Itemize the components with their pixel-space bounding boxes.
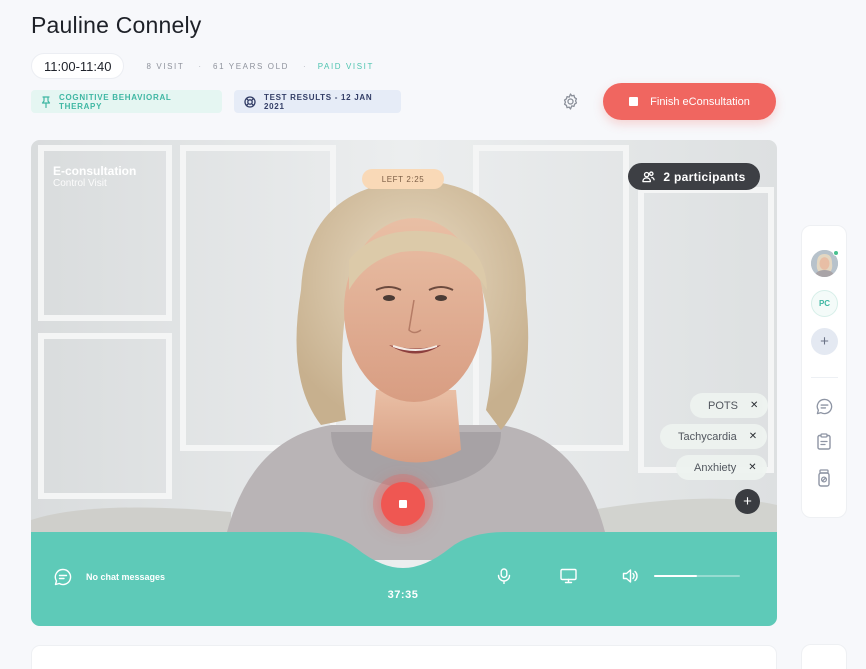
condition-label: Tachycardia <box>678 430 737 443</box>
patient-name: Pauline Connely <box>31 12 202 38</box>
volume-slider[interactable] <box>654 575 740 577</box>
chat-icon[interactable] <box>816 398 833 415</box>
side-rail: PC + <box>801 225 847 518</box>
remove-icon[interactable]: ✕ <box>749 431 757 442</box>
pin-icon <box>41 95 51 108</box>
tag-row: COGNITIVE BEHAVIORAL THERAPY TEST RESULT… <box>31 90 413 113</box>
microphone-icon[interactable] <box>497 568 511 584</box>
volume-level <box>654 575 697 577</box>
record-stop-icon <box>399 500 407 508</box>
finish-button-label: Finish eConsultation <box>650 95 750 108</box>
condition-chip[interactable]: POTS ✕ <box>690 393 769 418</box>
notes-panel <box>31 645 777 669</box>
add-condition-button[interactable]: + <box>735 489 760 514</box>
call-duration: 37:35 <box>387 589 419 601</box>
participants-button[interactable]: 2 participants <box>628 163 760 190</box>
add-participant-button[interactable]: + <box>811 328 838 355</box>
divider <box>811 377 838 378</box>
visit-meta: 11:00-11:40 8 VISIT · 61 YEARS OLD · PAI… <box>31 53 374 79</box>
condition-chip[interactable]: Anxhiety ✕ <box>676 455 767 480</box>
condition-label: POTS <box>708 399 738 412</box>
remove-icon[interactable]: ✕ <box>748 462 756 473</box>
time-left-badge: LEFT 2:25 <box>362 169 444 189</box>
record-button[interactable] <box>381 482 425 526</box>
consultation-title: E-consultation <box>53 164 137 178</box>
volume-icon[interactable] <box>622 568 638 584</box>
participant-initials[interactable]: PC <box>811 290 838 317</box>
visit-type: PAID VISIT <box>317 61 374 71</box>
test-results-label: TEST RESULTS - 12 JAN 2021 <box>264 92 373 111</box>
settings-button[interactable] <box>561 92 580 111</box>
patient-age: 61 YEARS OLD <box>213 61 290 71</box>
online-status-dot <box>833 250 839 256</box>
visit-number: 8 VISIT <box>146 61 185 71</box>
lifebuoy-icon <box>244 95 256 108</box>
time-slot: 11:00-11:40 <box>31 53 125 79</box>
chat-icon[interactable] <box>54 568 72 586</box>
gear-icon <box>563 93 578 110</box>
remove-icon[interactable]: ✕ <box>750 400 758 411</box>
condition-label: Anxhiety <box>694 461 737 474</box>
participants-label: participants <box>674 169 746 184</box>
therapy-tag-label: COGNITIVE BEHAVIORAL THERAPY <box>59 92 172 111</box>
participants-count: 2 <box>663 169 671 184</box>
clipboard-icon[interactable] <box>816 433 832 450</box>
medication-icon[interactable] <box>816 469 832 487</box>
separator-dot: · <box>198 61 202 71</box>
stop-icon <box>629 97 639 106</box>
condition-chip[interactable]: Tachycardia ✕ <box>660 424 768 449</box>
consultation-subtitle: Control Visit <box>53 178 107 189</box>
participants-icon <box>642 171 656 183</box>
screen-share-icon[interactable] <box>560 568 577 584</box>
test-results-tag[interactable]: TEST RESULTS - 12 JAN 2021 <box>234 90 401 113</box>
finish-econsultation-button[interactable]: Finish eConsultation <box>603 83 776 120</box>
side-panel <box>801 644 847 669</box>
video-call-panel: E-consultation Control Visit LEFT 2:25 2… <box>31 140 777 626</box>
separator-dot: · <box>303 61 306 71</box>
chat-status: No chat messages <box>86 572 166 582</box>
therapy-tag[interactable]: COGNITIVE BEHAVIORAL THERAPY <box>31 90 222 113</box>
